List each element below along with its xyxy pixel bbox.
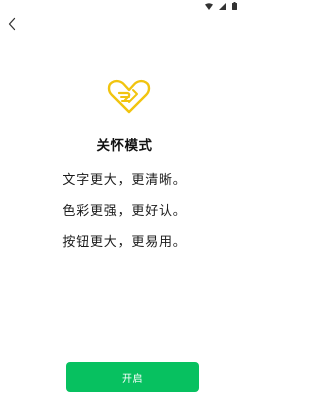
care-mode-icon [107, 79, 151, 115]
status-icons [205, 2, 237, 10]
wifi-icon [205, 2, 213, 10]
page-title: 关怀模式 [96, 138, 153, 154]
description-line-1: 文字更大，更清晰。 [62, 173, 187, 188]
battery-icon [232, 2, 237, 10]
signal-icon [219, 2, 226, 10]
back-button[interactable] [3, 16, 21, 34]
description-line-3: 按钮更大，更易用。 [62, 235, 187, 250]
description-line-2: 色彩更强，更好认。 [62, 204, 187, 219]
status-bar [0, 0, 245, 12]
care-mode-screen: 关怀模式 文字更大，更清晰。 色彩更强，更好认。 按钮更大，更易用。 开启 [0, 0, 245, 420]
enable-button[interactable]: 开启 [66, 362, 199, 392]
chevron-left-icon [7, 16, 17, 35]
